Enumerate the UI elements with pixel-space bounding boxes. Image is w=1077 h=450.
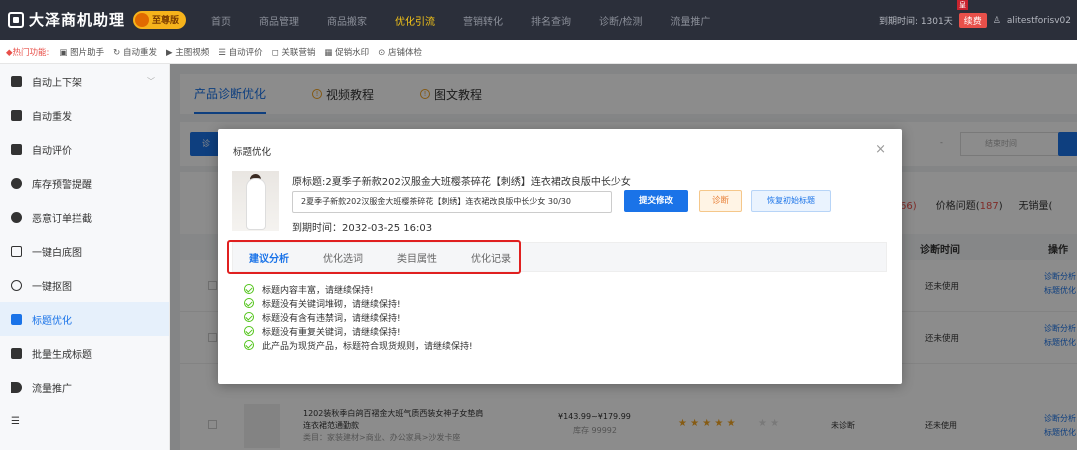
hot-features-label: ◆热门功能: (6, 47, 50, 58)
expire-days: 到期时间: 1301天 (878, 17, 953, 27)
sidebar-item-order-block[interactable]: 恶意订单拦截 (0, 200, 169, 234)
shelf-icon (11, 75, 22, 87)
user-icon: ♙ (992, 15, 1001, 26)
list-item: 标题没有重复关键词，请继续保持! (244, 324, 473, 338)
sidebar-item-auto-list[interactable]: 自动上下架 ﹀ (0, 64, 169, 98)
tool-auto-repost[interactable]: ↻ 自动重发 (113, 46, 157, 58)
sidebar-item-traffic[interactable]: 流量推广 (0, 370, 169, 404)
renew-button[interactable]: 续费 (958, 13, 987, 28)
sidebar: 自动上下架 ﹀ 自动重发 自动评价 库存预警提醒 恶意订单拦截 一键白底图 一键抠… (0, 64, 170, 450)
sidebar-item-batch-title[interactable]: 批量生成标题 (0, 336, 169, 370)
repost-icon (11, 109, 22, 121)
nav-move[interactable]: 商品搬家 (327, 13, 367, 28)
check-circle-icon (244, 340, 254, 350)
highlight-box (227, 240, 521, 274)
document-icon (11, 347, 22, 359)
wand-icon (11, 245, 22, 257)
check-circle-icon (244, 326, 254, 336)
bell-icon (11, 177, 22, 189)
chevron-down-icon: ﹀ (147, 77, 155, 86)
nav-home[interactable]: 首页 (211, 13, 231, 28)
list-item: 标题没有含有违禁词，请继续保持! (244, 310, 473, 324)
app-logo-icon (8, 11, 24, 28)
list-item: 此产品为现货产品，标题符合现货规则，请继续保持! (244, 338, 473, 352)
edition-badge: 至尊版 (133, 10, 187, 29)
account-area: 到期时间: 1301天 续费 ♙ alitestforisv02 (879, 13, 1071, 28)
list-item: 标题内容丰富，请继续保持! (244, 282, 473, 296)
product-image (232, 171, 279, 231)
sidebar-item-auto-repost[interactable]: 自动重发 (0, 98, 169, 132)
sidebar-item-stock-alert[interactable]: 库存预警提醒 (0, 166, 169, 200)
close-icon[interactable]: × (875, 142, 886, 157)
megaphone-icon (11, 381, 22, 393)
restore-title-button[interactable]: 恢复初始标题 (751, 190, 831, 212)
check-circle-icon (244, 298, 254, 308)
sidebar-item-white-bg[interactable]: 一键白底图 (0, 234, 169, 268)
nav-promote[interactable]: 流量推广 (670, 13, 710, 28)
nav-optimize[interactable]: 优化引流 (395, 13, 435, 28)
sidebar-collapse-toggle[interactable]: ☰ (0, 404, 169, 438)
quick-toolbar: ◆热门功能: ▣ 图片助手 ↻ 自动重发 ▶ 主图视频 ☰ 自动评价 ◻ 关联营… (0, 40, 1077, 64)
dialog-title: 标题优化 (233, 147, 272, 158)
app-title: 大泽商机助理 (29, 11, 126, 29)
main-nav: 首页 商品管理 商品搬家 优化引流 营销转化 排名查询 诊断/检测 流量推广 (211, 13, 738, 28)
cutout-icon (11, 279, 22, 291)
username[interactable]: alitestforisv02 (1007, 16, 1071, 26)
tool-auto-review[interactable]: ☰ 自动评价 (218, 46, 262, 58)
tool-related-marketing[interactable]: ◻ 关联营销 (272, 46, 316, 58)
title-optimize-dialog: 标题优化 × 原标题:2夏季子新款202汉服金大班樱茶碎花【刺绣】连衣裙改良版中… (218, 129, 902, 384)
submit-button[interactable]: 提交修改 (624, 190, 688, 212)
tool-main-video[interactable]: ▶ 主图视频 (166, 46, 209, 58)
tool-image-helper[interactable]: ▣ 图片助手 (59, 46, 104, 58)
review-icon (11, 143, 22, 155)
nav-products[interactable]: 商品管理 (259, 13, 299, 28)
nav-marketing[interactable]: 营销转化 (463, 13, 503, 28)
check-circle-icon (244, 284, 254, 294)
expire-time: 到期时间：2032-03-25 16:03 (292, 223, 433, 234)
diagnose-button[interactable]: 诊断 (699, 190, 742, 212)
title-input[interactable]: 2夏季子新款202汉服金大班樱茶碎花【刺绣】连衣裙改良版中长少女 30/30 (292, 191, 612, 213)
list-item: 标题没有关键词堆砌，请继续保持! (244, 296, 473, 310)
checkbox-icon (11, 313, 22, 325)
sidebar-item-cutout[interactable]: 一键抠图 (0, 268, 169, 302)
logo: 大泽商机助理 至尊版 (8, 9, 187, 30)
vip-badge: 皇 (957, 0, 968, 10)
original-title: 原标题:2夏季子新款202汉服金大班樱茶碎花【刺绣】连衣裙改良版中长少女 (292, 177, 631, 188)
tool-shop-check[interactable]: ⊙ 店铺体检 (378, 46, 422, 58)
nav-ranking[interactable]: 排名查询 (531, 13, 571, 28)
tool-promo-watermark[interactable]: ▦ 促销水印 (324, 46, 369, 58)
sidebar-item-auto-review[interactable]: 自动评价 (0, 132, 169, 166)
menu-icon: ☰ (11, 415, 20, 427)
sidebar-item-title-optimize[interactable]: 标题优化 (0, 302, 169, 336)
suggestion-list: 标题内容丰富，请继续保持! 标题没有关键词堆砌，请继续保持! 标题没有含有违禁词… (244, 282, 473, 352)
nav-diagnose[interactable]: 诊断/检测 (599, 13, 642, 28)
top-bar: 大泽商机助理 至尊版 首页 商品管理 商品搬家 优化引流 营销转化 排名查询 诊… (0, 0, 1077, 40)
shield-icon (11, 211, 22, 223)
crown-icon (135, 12, 150, 27)
check-circle-icon (244, 312, 254, 322)
